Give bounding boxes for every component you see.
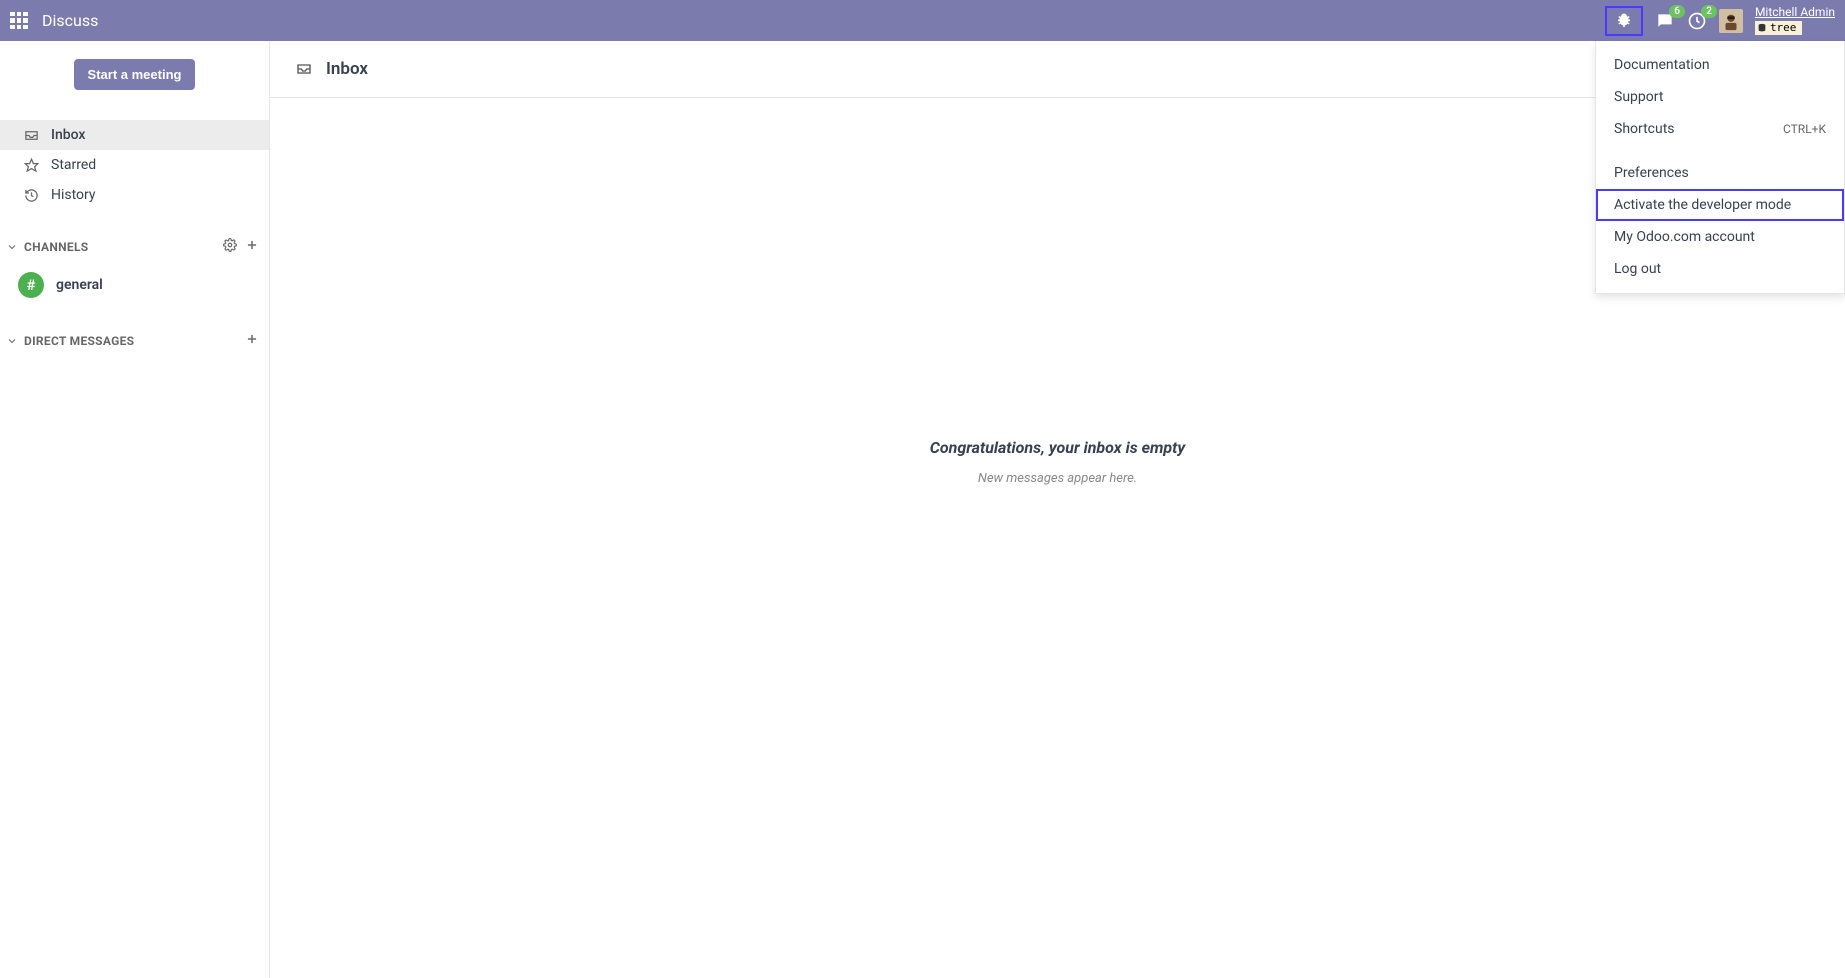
user-menu-dropdown: Documentation Support Shortcuts CTRL+K P… (1595, 41, 1845, 294)
menu-documentation[interactable]: Documentation (1596, 49, 1844, 81)
menu-developer-mode[interactable]: Activate the developer mode (1596, 189, 1844, 221)
dm-toggle[interactable]: DIRECT MESSAGES (6, 334, 134, 348)
channel-name: general (56, 277, 103, 293)
nav-inbox-label: Inbox (51, 127, 85, 143)
channels-settings-button[interactable] (223, 238, 237, 256)
menu-shortcuts-key: CTRL+K (1783, 122, 1826, 136)
menu-odoo-account[interactable]: My Odoo.com account (1596, 221, 1844, 253)
bug-icon (1615, 12, 1633, 30)
dm-title: DIRECT MESSAGES (24, 334, 134, 348)
channels-section-header: CHANNELS (0, 228, 269, 266)
content-title: Inbox (326, 59, 368, 79)
history-icon (24, 188, 39, 203)
nav-inbox[interactable]: Inbox (0, 120, 269, 150)
inbox-icon (24, 128, 39, 143)
user-name[interactable]: Mitchell Admin (1755, 6, 1835, 19)
menu-shortcuts-label: Shortcuts (1614, 121, 1675, 137)
messages-badge: 6 (1669, 5, 1685, 18)
messages-button[interactable]: 6 (1655, 11, 1675, 31)
channels-add-button[interactable] (245, 238, 259, 256)
chevron-down-icon (6, 241, 18, 253)
nav-history[interactable]: History (0, 180, 269, 210)
database-badge: tree (1755, 21, 1803, 35)
channels-toggle[interactable]: CHANNELS (6, 240, 88, 254)
database-name: tree (1770, 22, 1797, 34)
activities-button[interactable]: 2 (1687, 11, 1707, 31)
start-meeting-button[interactable]: Start a meeting (74, 59, 196, 90)
app-title: Discuss (42, 11, 98, 30)
channel-general[interactable]: # general (0, 266, 269, 304)
database-icon (1757, 23, 1767, 33)
chevron-down-icon (6, 335, 18, 347)
menu-preferences[interactable]: Preferences (1596, 157, 1844, 189)
star-icon (24, 158, 39, 173)
sidebar: Start a meeting Inbox Starred History CH… (0, 41, 270, 978)
inbox-icon (296, 61, 312, 77)
menu-logout[interactable]: Log out (1596, 253, 1844, 285)
apps-icon[interactable] (10, 12, 28, 30)
menu-shortcuts[interactable]: Shortcuts CTRL+K (1596, 113, 1844, 145)
nav-starred[interactable]: Starred (0, 150, 269, 180)
menu-support[interactable]: Support (1596, 81, 1844, 113)
topbar: Discuss 6 2 Mitchell Admin tree (0, 0, 1845, 41)
plus-icon (245, 238, 259, 252)
nav-history-label: History (51, 187, 96, 203)
main: Start a meeting Inbox Starred History CH… (0, 41, 1845, 978)
dm-section-header: DIRECT MESSAGES (0, 322, 269, 360)
empty-title: Congratulations, your inbox is empty (930, 438, 1185, 457)
debug-icon-highlight[interactable] (1605, 6, 1643, 36)
channel-hash-icon: # (18, 272, 44, 298)
activities-badge: 2 (1701, 5, 1717, 18)
user-block[interactable]: Mitchell Admin tree (1755, 6, 1835, 34)
dm-add-button[interactable] (245, 332, 259, 350)
channels-title: CHANNELS (24, 240, 88, 254)
nav-starred-label: Starred (51, 157, 96, 173)
plus-icon (245, 332, 259, 346)
empty-subtitle: New messages appear here. (978, 471, 1137, 486)
topbar-right: 6 2 Mitchell Admin tree (1605, 6, 1835, 36)
avatar[interactable] (1719, 9, 1743, 33)
gear-icon (223, 238, 237, 252)
